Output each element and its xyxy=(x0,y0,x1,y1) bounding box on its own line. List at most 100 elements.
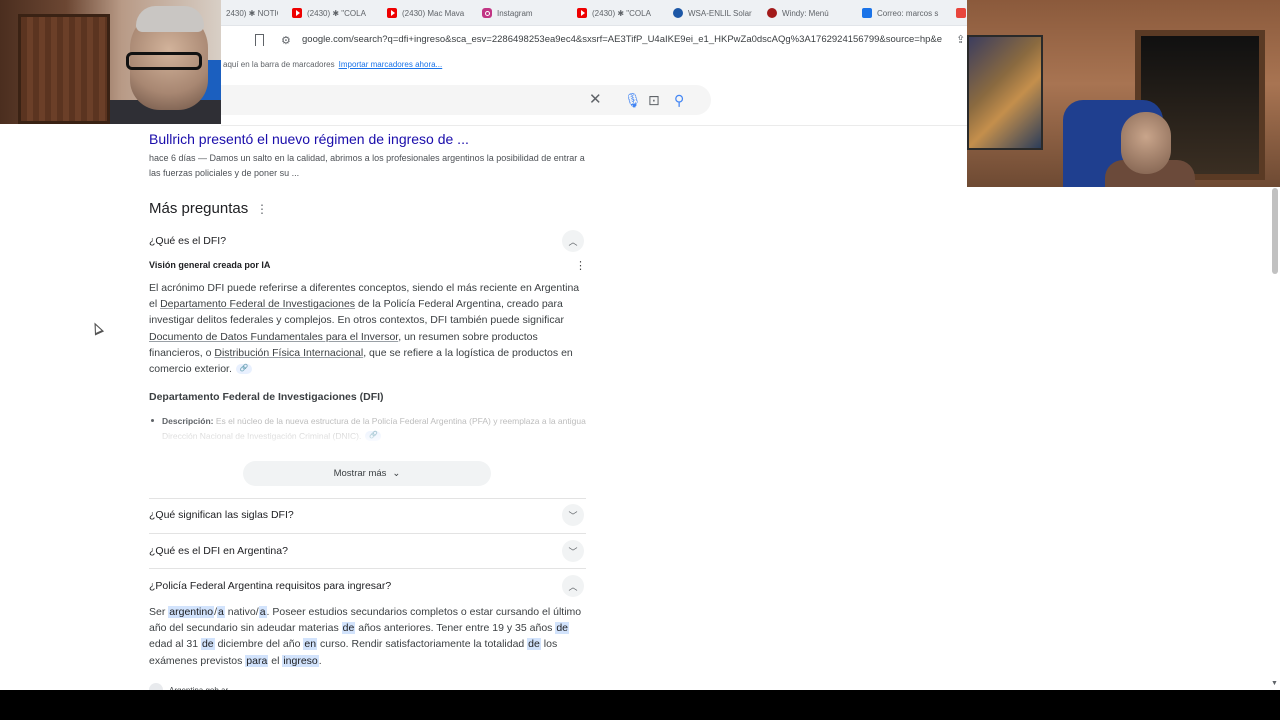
answer-subheading: Departamento Federal de Investigaciones … xyxy=(149,391,384,403)
youtube-icon xyxy=(292,8,302,18)
paa-question-expanded[interactable]: ¿Qué es el DFI? ︿ xyxy=(149,226,586,256)
tab-label: Windy: Menú xyxy=(782,8,829,18)
bullet-dot xyxy=(151,419,154,422)
paa-question-expanded[interactable]: ¿Policía Federal Argentina requisitos pa… xyxy=(149,571,586,601)
scrollbar-thumb[interactable] xyxy=(1272,188,1278,274)
youtube-icon xyxy=(577,8,587,18)
question-text: ¿Qué es el DFI? xyxy=(149,235,227,247)
webcam-tapestry xyxy=(967,35,1043,150)
instagram-icon xyxy=(482,8,492,18)
highlighted-term: en xyxy=(303,638,318,651)
bookmark-icon[interactable] xyxy=(254,34,264,49)
url-field[interactable]: google.com/search?q=dfi+ingreso&sca_esv=… xyxy=(302,34,942,45)
camera-lens-icon[interactable]: ⊡ xyxy=(648,91,660,109)
highlighted-term: a xyxy=(258,606,267,618)
chevron-down-icon[interactable]: ﹀ xyxy=(562,540,584,562)
webcam-overlay-left xyxy=(0,0,221,124)
address-bar: ⚙ google.com/search?q=dfi+ingreso&sca_es… xyxy=(221,26,967,54)
featured-answer: Ser argentino/a nativo/a. Poseer estudio… xyxy=(149,604,589,669)
content-fade xyxy=(149,424,589,448)
highlighted-term: para xyxy=(245,654,269,667)
answer-link[interactable]: Distribución Física Internacional xyxy=(214,347,363,359)
search-icon[interactable]: ⚲ xyxy=(674,91,684,109)
tab-label: (2430) Mac Mava xyxy=(402,8,465,18)
chevron-up-icon[interactable]: ︿ xyxy=(562,575,584,597)
microphone-icon[interactable]: 🎙 xyxy=(624,91,642,109)
webcam-overlay-right xyxy=(967,0,1280,187)
bookmarks-hint: aquí en la barra de marcadores xyxy=(223,59,335,69)
browser-tab[interactable] xyxy=(956,6,967,20)
browser-tab[interactable]: (2430) ✱ "COLA xyxy=(292,6,372,20)
bottom-black-bar xyxy=(0,690,1280,720)
tab-label: (2430) ✱ "COLA xyxy=(592,8,651,18)
answer-text: años anteriores. Tener entre 19 y 35 año… xyxy=(355,622,556,635)
tab-label: Instagram xyxy=(497,8,533,18)
search-header: ✕ 🎙 ⊡ ⚲ xyxy=(211,76,967,126)
browser-tab[interactable]: Instagram xyxy=(482,6,562,20)
browser-tab[interactable]: Correo: marcos s xyxy=(862,6,942,20)
ai-overview-answer: El acrónimo DFI puede referirse a difere… xyxy=(149,280,589,377)
noaa-icon xyxy=(673,8,683,18)
highlighted-term: de xyxy=(200,638,215,651)
browser-tab[interactable]: 2430) ✱ NOTIC xyxy=(226,6,278,20)
divider xyxy=(149,498,586,499)
divider xyxy=(149,533,586,534)
result-snippet: hace 6 días — Damos un salto en la calid… xyxy=(149,153,585,178)
webcam-glasses xyxy=(126,52,202,70)
webcam-door xyxy=(18,14,110,124)
paa-question[interactable]: ¿Qué es el DFI en Argentina? ﹀ xyxy=(149,536,586,566)
browser-tab[interactable]: WSA-ENLIL Solar xyxy=(673,6,753,20)
browser-tab[interactable]: (2430) Mac Mava xyxy=(387,6,467,20)
show-more-label: Mostrar más xyxy=(333,468,387,479)
bookmarks-bar: aquí en la barra de marcadores Importar … xyxy=(221,54,967,74)
answer-text: el xyxy=(268,654,283,667)
youtube-icon xyxy=(387,8,397,18)
outlook-icon xyxy=(862,8,872,18)
import-bookmarks-link[interactable]: Importar marcadores ahora... xyxy=(339,60,443,69)
browser-tab[interactable]: (2430) ✱ "COLA xyxy=(577,6,657,20)
windy-icon xyxy=(767,8,777,18)
tab-label: 2430) ✱ NOTIC xyxy=(226,8,278,18)
browser-tab[interactable]: Windy: Menú xyxy=(767,6,847,20)
paa-heading: Más preguntas xyxy=(149,200,249,217)
scroll-down-arrow-icon[interactable]: ▼ xyxy=(1271,680,1278,687)
paa-question[interactable]: ¿Qué significan las siglas DFI? ﹀ xyxy=(149,500,586,530)
highlighted-term: de xyxy=(341,622,356,635)
result-title-link[interactable]: Bullrich presentó el nuevo régimen de in… xyxy=(149,131,469,147)
answer-text: diciembre del año xyxy=(214,638,304,651)
question-text: ¿Policía Federal Argentina requisitos pa… xyxy=(149,580,392,592)
answer-text: edad al 31 xyxy=(149,638,201,651)
highlighted-term: de xyxy=(527,638,541,651)
highlighted-term: a xyxy=(216,606,225,618)
highlighted-term: argentino xyxy=(168,606,215,618)
show-more-button[interactable]: Mostrar más ⌄ xyxy=(243,461,491,486)
question-text: ¿Qué significan las siglas DFI? xyxy=(149,509,294,521)
answer-text: Ser xyxy=(149,606,169,618)
highlighted-term: de xyxy=(555,622,570,635)
answer-link[interactable]: Departamento Federal de Investigaciones xyxy=(160,298,355,310)
chevron-up-icon[interactable]: ︿ xyxy=(562,230,584,252)
ai-overview-label: Visión general creada por IA xyxy=(149,260,271,270)
question-text: ¿Qué es el DFI en Argentina? xyxy=(149,545,288,557)
webcam-person-head xyxy=(1121,112,1171,174)
chevron-down-icon: ⌄ xyxy=(392,468,401,479)
tab-label: Correo: marcos s xyxy=(877,8,939,18)
tab-label: (2430) ✱ "COLA xyxy=(307,8,366,18)
divider xyxy=(149,568,586,569)
answer-text: curso. Rendir satisfactoriamente la tota… xyxy=(317,638,528,651)
link-icon[interactable]: 🔗 xyxy=(235,364,252,375)
chevron-down-icon[interactable]: ﹀ xyxy=(562,504,584,526)
tab-label: WSA-ENLIL Solar xyxy=(688,8,752,18)
answer-text: . xyxy=(318,654,322,667)
webcam-person-hair xyxy=(136,6,204,32)
more-options-icon[interactable]: ⋮ xyxy=(256,202,268,216)
answer-link[interactable]: Documento de Datos Fundamentales para el… xyxy=(149,331,398,343)
red-favicon xyxy=(956,8,966,18)
close-icon[interactable]: ✕ xyxy=(589,91,602,109)
mouse-cursor-icon xyxy=(89,320,105,336)
search-input[interactable]: ✕ 🎙 ⊡ ⚲ xyxy=(211,85,711,115)
more-options-icon[interactable]: ⋮ xyxy=(575,259,586,272)
share-icon[interactable]: ⇪ xyxy=(956,33,965,46)
site-info-icon[interactable]: ⚙ xyxy=(281,34,291,47)
answer-text: nativo/ xyxy=(224,606,259,618)
